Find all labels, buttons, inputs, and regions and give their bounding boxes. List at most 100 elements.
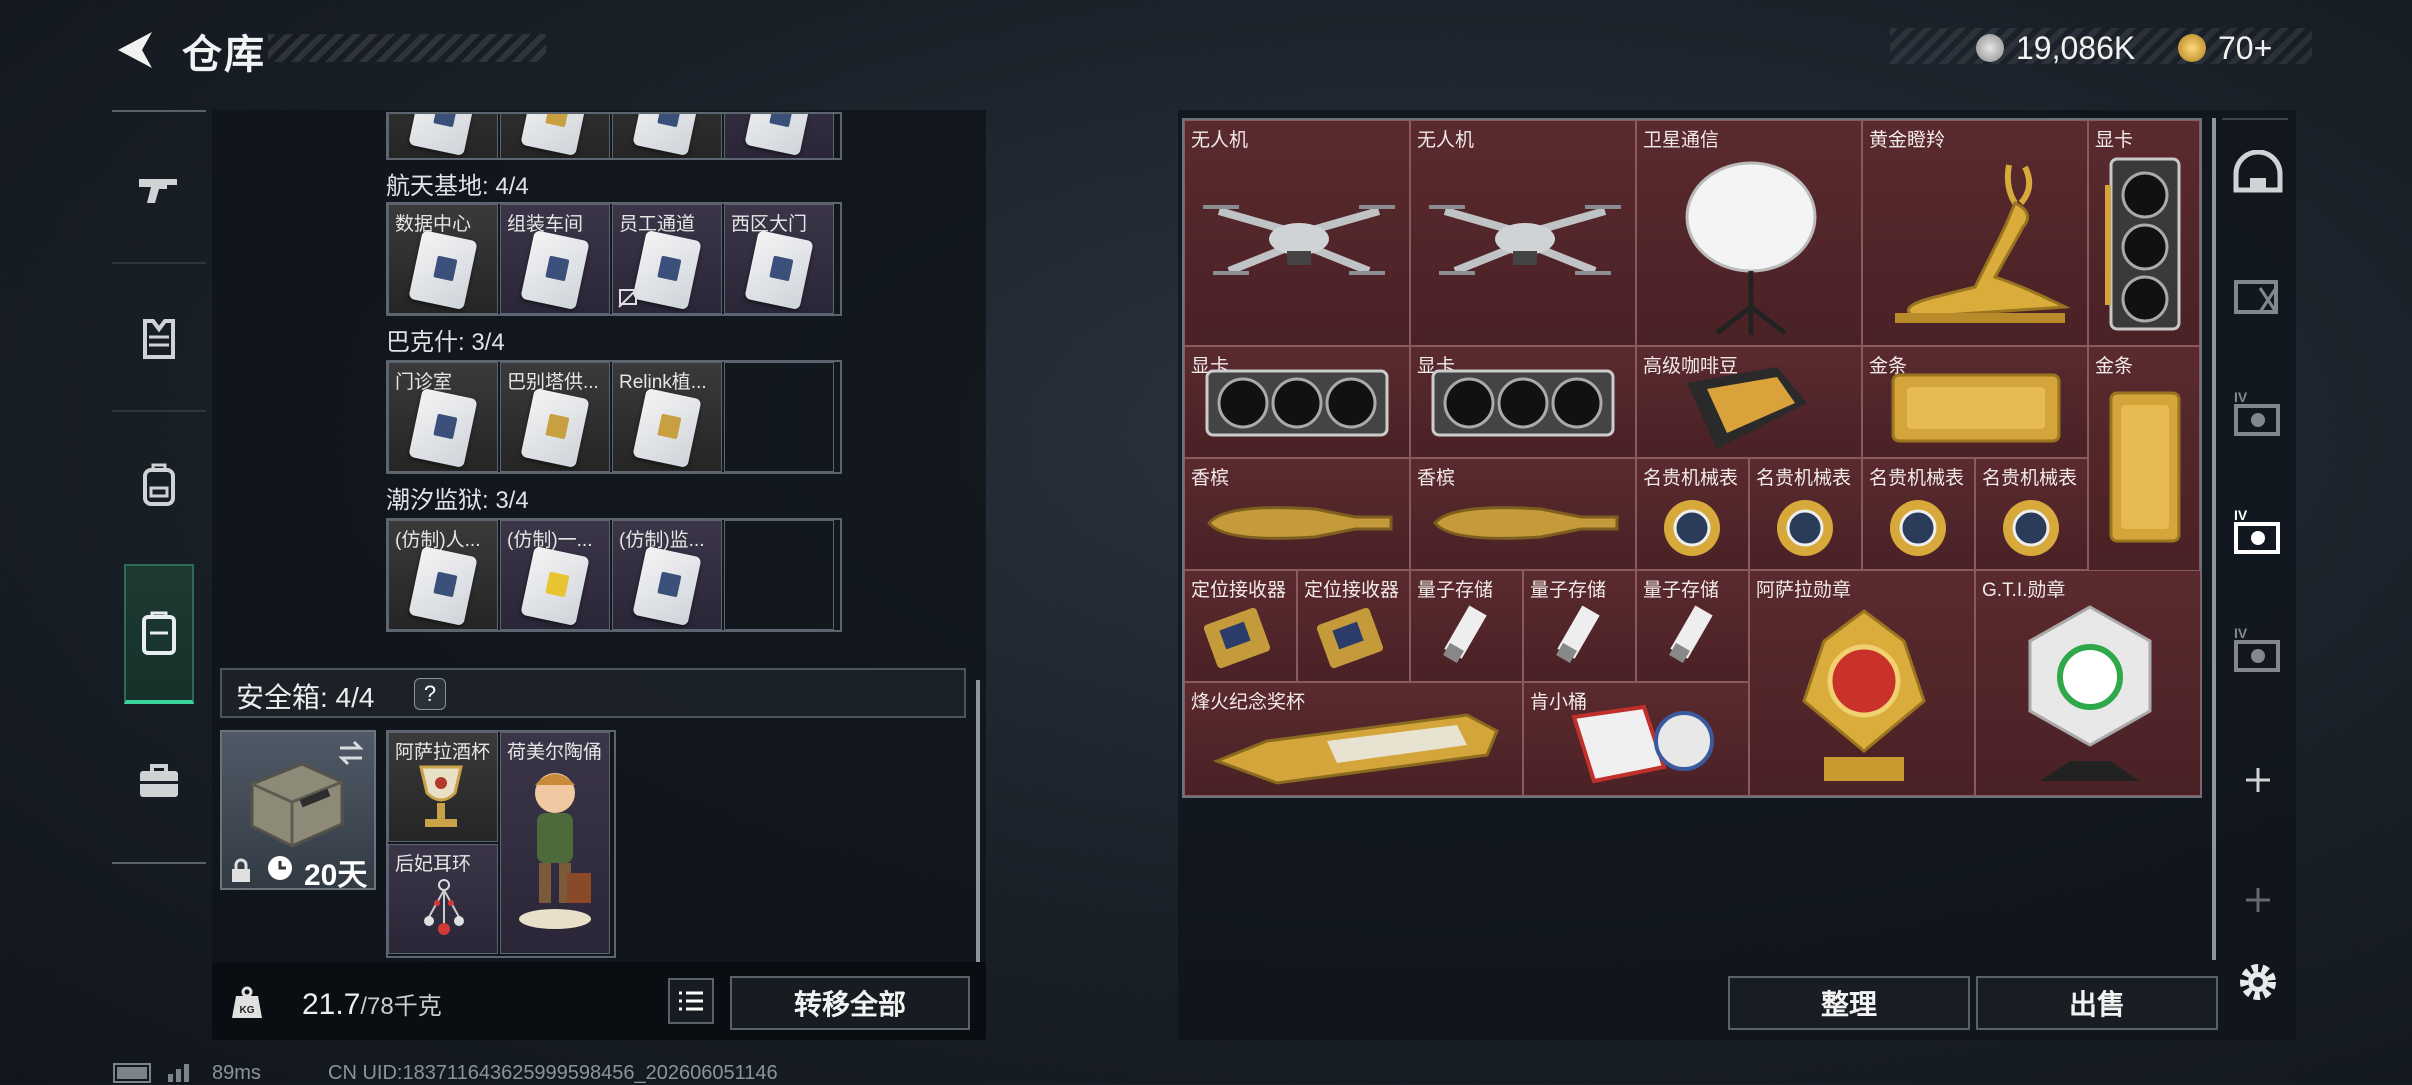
- bucket-icon: [1571, 704, 1714, 784]
- stash-item[interactable]: 显卡: [2088, 120, 2200, 346]
- add-container-icon[interactable]: [2230, 872, 2286, 928]
- keycard-slot[interactable]: 西区大门: [724, 204, 834, 314]
- gun-icon: [139, 179, 177, 203]
- keycard-slot[interactable]: 员工通道: [612, 204, 722, 314]
- stash-item[interactable]: 阿萨拉勋章: [1749, 570, 1975, 796]
- stash-item[interactable]: 卫星通信: [1636, 120, 1862, 346]
- stash-item[interactable]: G.T.I.勋章: [1975, 570, 2201, 796]
- back-icon[interactable]: [112, 28, 156, 72]
- clock-icon: [268, 856, 292, 880]
- stash-item[interactable]: 香槟: [1184, 458, 1410, 570]
- backpack-icon: [143, 463, 175, 506]
- transfer-all-button[interactable]: 转移全部: [730, 976, 970, 1030]
- keycard-slot[interactable]: (仿制)一...: [500, 520, 610, 630]
- container-tab-icon[interactable]: IV: [2230, 622, 2286, 678]
- list-view-button[interactable]: [668, 978, 714, 1024]
- stash-home-icon[interactable]: [2230, 150, 2286, 206]
- container-tab-icon[interactable]: [2230, 268, 2286, 324]
- title-decoration: [268, 34, 546, 62]
- sell-button[interactable]: 出售: [1976, 976, 2218, 1030]
- container-tab-icon[interactable]: IV: [2230, 504, 2286, 560]
- right-scrollbar[interactable]: [2212, 118, 2216, 960]
- add-container-icon[interactable]: [2230, 752, 2286, 808]
- stash-item[interactable]: 高级咖啡豆: [1636, 346, 1862, 458]
- stash-item[interactable]: 量子存储: [1523, 570, 1636, 682]
- nav-weapon-tab[interactable]: [112, 120, 206, 258]
- keycard-slot-empty[interactable]: [724, 362, 834, 472]
- keycard-slot-empty[interactable]: [724, 520, 834, 630]
- nav-case-tab[interactable]: [112, 712, 206, 850]
- stash-item[interactable]: 名贵机械表: [1749, 458, 1862, 570]
- gold-bar-icon: [2109, 391, 2181, 543]
- stash-item[interactable]: 名贵机械表: [1975, 458, 2088, 570]
- safe-box-title: 安全箱: 4/4: [236, 682, 375, 713]
- stash-item[interactable]: 香槟: [1410, 458, 1636, 570]
- earring-icon: [424, 879, 464, 935]
- safe-item[interactable]: 荷美尔陶俑: [500, 732, 610, 954]
- keycard-slot[interactable]: (仿制)人...: [388, 520, 498, 630]
- watch-icon: [1890, 500, 1946, 556]
- sort-button[interactable]: 整理: [1728, 976, 1970, 1030]
- stash-item[interactable]: 定位接收器: [1297, 570, 1410, 682]
- graphics-card-icon: [2105, 157, 2181, 331]
- stash-item[interactable]: 无人机: [1410, 120, 1636, 346]
- weight-max: /78千克: [360, 993, 442, 1020]
- svg-text:KG: KG: [240, 1005, 255, 1016]
- stash-item[interactable]: 烽火纪念奖杯: [1184, 682, 1523, 796]
- help-button[interactable]: ?: [414, 678, 446, 710]
- keycard-grid: (仿制)人... (仿制)一... (仿制)监...: [386, 518, 842, 632]
- usb-drive-icon: [1443, 605, 1487, 663]
- keycard-slot[interactable]: 巴别塔供...: [500, 362, 610, 472]
- keycard-slot[interactable]: 门诊室: [388, 362, 498, 472]
- keycard-slot[interactable]: [612, 114, 722, 158]
- safe-item[interactable]: 后妃耳环: [388, 844, 498, 954]
- safe-item[interactable]: 阿萨拉酒杯: [388, 732, 498, 842]
- weight-current: 21.7: [302, 988, 361, 1021]
- svg-text:IV: IV: [2234, 507, 2248, 523]
- figurine-icon: [519, 773, 591, 929]
- keycard-slot[interactable]: [724, 114, 834, 158]
- stash-item[interactable]: 肯小桶: [1523, 682, 1749, 796]
- nav-keys-tab[interactable]: [124, 564, 194, 704]
- watch-icon: [1777, 500, 1833, 556]
- weight-icon: KG: [232, 986, 262, 1018]
- nav-backpack-tab[interactable]: [112, 416, 206, 554]
- money-amount: 19,086K: [2016, 30, 2136, 66]
- keycard-group-label: 巴克什: 3/4: [386, 329, 505, 356]
- stash-item[interactable]: 名贵机械表: [1636, 458, 1749, 570]
- stash-item[interactable]: 金条: [2088, 346, 2200, 572]
- coin-icon: [1976, 34, 2004, 62]
- svg-text:IV: IV: [2234, 625, 2248, 641]
- stash-item[interactable]: 定位接收器: [1184, 570, 1297, 682]
- keycard-slot[interactable]: 组装车间: [500, 204, 610, 314]
- keycard-slot[interactable]: [500, 114, 610, 158]
- nav-armor-tab[interactable]: [112, 270, 206, 408]
- stash-item[interactable]: 无人机: [1184, 120, 1410, 346]
- swap-icon[interactable]: [336, 740, 366, 766]
- keycard-slot[interactable]: Relink植...: [612, 362, 722, 472]
- stash-item[interactable]: 名贵机械表: [1862, 458, 1975, 570]
- graphics-card-icon: [1431, 369, 1615, 437]
- stash-item[interactable]: 显卡: [1184, 346, 1410, 458]
- ticket-icon: [2178, 34, 2206, 62]
- vest-icon: [143, 319, 175, 359]
- stash-item[interactable]: 量子存储: [1636, 570, 1749, 682]
- stash-item[interactable]: 量子存储: [1410, 570, 1523, 682]
- stash-item[interactable]: 显卡: [1410, 346, 1636, 458]
- keycard-slot[interactable]: 数据中心: [388, 204, 498, 314]
- nav-divider: [112, 410, 206, 412]
- settings-icon[interactable]: [2230, 954, 2286, 1010]
- svg-text:IV: IV: [2234, 389, 2248, 405]
- uid-readout: CN UID:1837116436259995984​56_2026060511…: [328, 1062, 778, 1084]
- ticket-amount: 70+: [2218, 30, 2273, 66]
- stash-item[interactable]: 金条: [1862, 346, 2088, 458]
- stash-item[interactable]: 黄金瞪羚: [1862, 120, 2088, 346]
- drone-icon: [1429, 205, 1621, 275]
- keycard-group-label: 潮汐监狱: 3/4: [386, 487, 529, 514]
- watch-icon: [1664, 500, 1720, 556]
- keycard-slot[interactable]: (仿制)监...: [612, 520, 722, 630]
- container-tab-icon[interactable]: IV: [2230, 386, 2286, 442]
- left-scrollbar[interactable]: [976, 680, 980, 962]
- keycard-slot[interactable]: [388, 114, 498, 158]
- safe-box-grid: 阿萨拉酒杯 荷美尔陶俑 后妃耳环: [386, 730, 616, 958]
